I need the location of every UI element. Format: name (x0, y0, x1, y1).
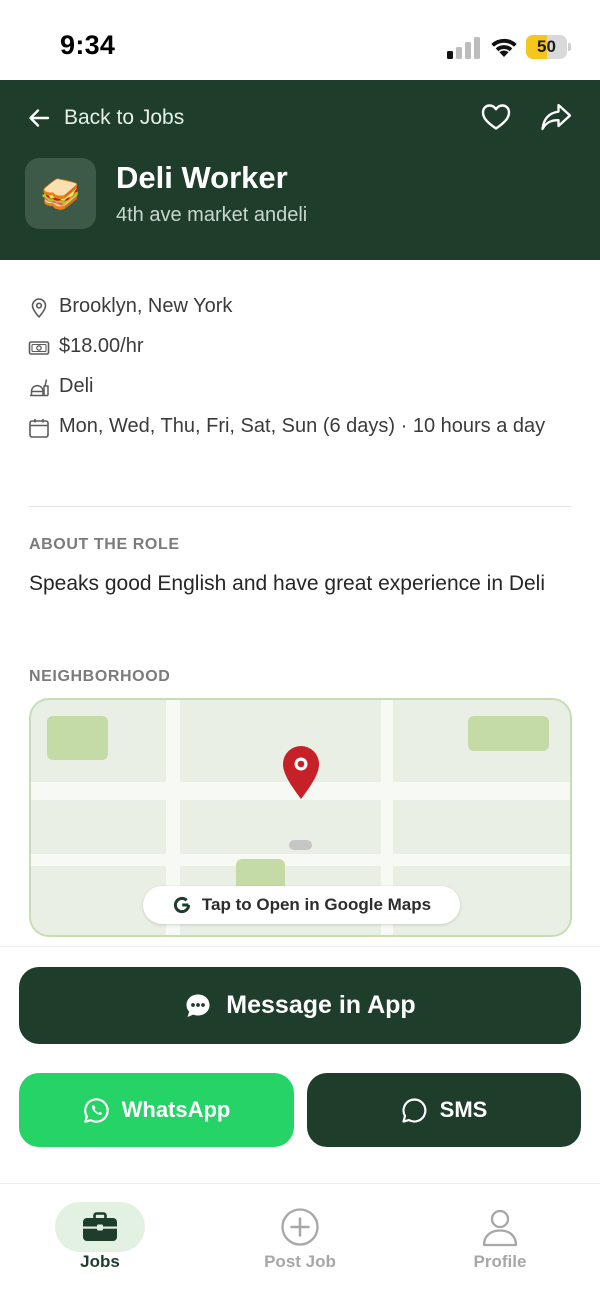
google-g-icon (173, 896, 191, 914)
tab-jobs[interactable]: Jobs (0, 1184, 200, 1298)
map-marker-dot (289, 840, 312, 850)
chat-bubble-icon (186, 994, 210, 1017)
detail-category: Deli (28, 375, 93, 402)
detail-location: Brooklyn, New York (28, 295, 232, 322)
cellular-signal-icon (447, 37, 480, 59)
detail-schedule: Mon, Wed, Thu, Fri, Sat, Sun (6 days) · … (28, 415, 558, 442)
message-in-app-button[interactable]: Message in App (19, 967, 581, 1044)
location-pin-icon (31, 298, 47, 318)
whatsapp-label: WhatsApp (121, 1097, 231, 1122)
share-icon[interactable] (540, 102, 572, 132)
sms-button[interactable]: SMS (307, 1073, 581, 1147)
heart-outline-icon[interactable] (480, 101, 512, 133)
open-google-maps-button[interactable]: Tap to Open in Google Maps (143, 886, 460, 924)
wifi-icon (491, 38, 517, 57)
arrow-left-icon (29, 109, 50, 127)
battery-icon: 50 (526, 35, 572, 59)
person-icon (482, 1209, 518, 1247)
plus-circle-icon (281, 1208, 319, 1246)
schedule-text: Mon, Wed, Thu, Fri, Sat, Sun (6 days) · … (59, 415, 546, 437)
divider (29, 506, 571, 507)
status-time: 9:34 (60, 30, 116, 60)
whatsapp-button[interactable]: WhatsApp (19, 1073, 294, 1147)
employer-name: 4th ave market andeli (116, 204, 308, 226)
map-park (47, 716, 108, 760)
location-text: Brooklyn, New York (59, 295, 233, 317)
status-bar: 9:34 50 (0, 0, 600, 80)
bottom-tab-bar: Jobs Post Job Profile (0, 1183, 600, 1298)
cash-icon (28, 341, 50, 355)
about-role-text: Speaks good English and have great exper… (29, 572, 546, 595)
divider (0, 946, 600, 947)
tab-profile[interactable]: Profile (400, 1184, 600, 1298)
map-pin-icon (283, 746, 319, 799)
message-in-app-label: Message in App (226, 991, 416, 1019)
back-to-jobs-button[interactable]: Back to Jobs (28, 104, 184, 132)
food-icon (30, 379, 49, 397)
battery-level: 50 (537, 37, 556, 56)
sandwich-icon: 🥪 (25, 158, 96, 229)
category-text: Deli (59, 375, 94, 397)
tab-post-job[interactable]: Post Job (200, 1184, 400, 1298)
neighborhood-heading: NEIGHBORHOOD (29, 668, 171, 685)
neighborhood-map[interactable]: Tap to Open in Google Maps (29, 698, 572, 937)
job-title: Deli Worker (116, 160, 288, 195)
sms-label: SMS (439, 1097, 488, 1122)
detail-pay: $18.00/hr (28, 335, 144, 362)
pay-text: $18.00/hr (59, 335, 144, 357)
about-role-heading: ABOUT THE ROLE (29, 536, 180, 553)
sandwich-glyph: 🥪 (40, 175, 81, 212)
calendar-icon (29, 419, 49, 438)
tab-profile-label: Profile (473, 1252, 527, 1271)
map-park (468, 716, 549, 751)
back-label: Back to Jobs (64, 106, 185, 129)
tab-post-job-label: Post Job (264, 1252, 336, 1271)
whatsapp-icon (83, 1097, 109, 1123)
message-circle-icon (402, 1097, 427, 1123)
open-google-maps-label: Tap to Open in Google Maps (201, 895, 432, 914)
tab-jobs-label: Jobs (80, 1252, 120, 1271)
map-road (31, 854, 570, 866)
briefcase-icon (83, 1212, 117, 1241)
job-header: Back to Jobs 🥪 Deli Worker 4th ave marke… (0, 80, 600, 260)
